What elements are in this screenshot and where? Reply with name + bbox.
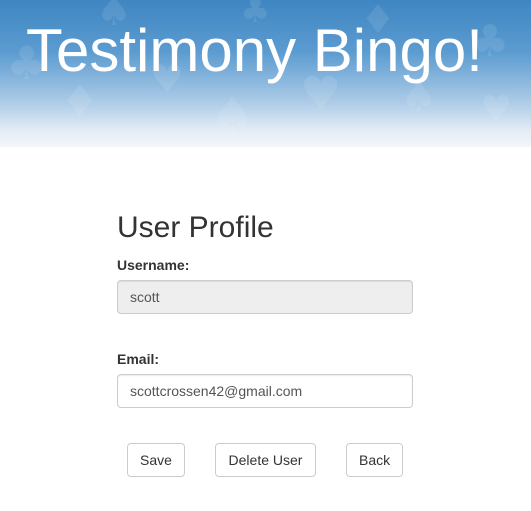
header-banner: ♣ ♠ ♦ ♥ ♠ ♣ ♥ ♦ ♠ ♣ ♥ Testimony Bingo! (0, 0, 531, 147)
page-title: User Profile (117, 211, 274, 244)
delete-user-button[interactable]: Delete User (215, 443, 316, 477)
heart-icon: ♥ (480, 89, 513, 130)
email-label: Email: (117, 351, 160, 367)
email-field[interactable] (117, 374, 413, 408)
back-button[interactable]: Back (346, 443, 403, 477)
spade-icon: ♠ (210, 86, 255, 144)
save-button[interactable]: Save (127, 443, 185, 477)
diamond-icon: ♦ (60, 76, 100, 127)
username-field[interactable] (117, 280, 413, 314)
user-profile-form: User Profile Username: Email: (117, 205, 413, 408)
site-title: Testimony Bingo! (26, 17, 483, 84)
username-label: Username: (117, 257, 190, 273)
